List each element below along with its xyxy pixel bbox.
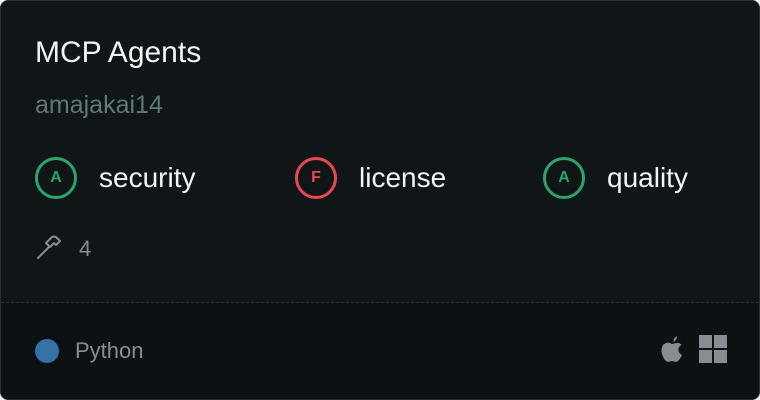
grade-security: A security <box>35 154 195 202</box>
grade-label: quality <box>607 162 688 193</box>
server-author[interactable]: amajakai14 <box>35 89 163 121</box>
grade-badge: F <box>295 157 337 199</box>
grade-quality: A quality <box>543 154 688 202</box>
language-color-dot <box>35 339 59 363</box>
tools-count: 4 <box>35 233 91 265</box>
grade-label: security <box>99 162 196 193</box>
grade-badge: A <box>35 157 77 199</box>
windows-icon <box>699 334 727 368</box>
grade-label: license <box>359 162 447 193</box>
language-name: Python <box>75 338 144 363</box>
server-card[interactable]: MCP Agents amajakai14 A security F licen… <box>0 0 760 400</box>
language: Python <box>35 335 144 367</box>
apple-icon <box>659 335 685 368</box>
tools-count-value: 4 <box>79 236 92 261</box>
server-title[interactable]: MCP Agents <box>35 35 201 71</box>
platforms <box>659 334 727 368</box>
hammer-icon <box>35 233 63 266</box>
grade-license: F license <box>295 154 446 202</box>
grade-badge: A <box>543 157 585 199</box>
